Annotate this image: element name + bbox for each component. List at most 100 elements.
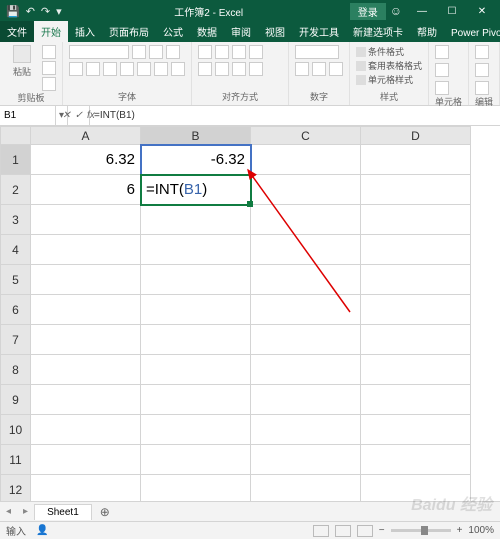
- view-page-layout[interactable]: [335, 525, 351, 537]
- conditional-format[interactable]: 条件格式: [356, 45, 404, 58]
- cell-d1[interactable]: [361, 145, 471, 175]
- view-page-break[interactable]: [357, 525, 373, 537]
- italic-button[interactable]: [86, 62, 100, 76]
- underline-button[interactable]: [103, 62, 117, 76]
- select-all[interactable]: [1, 127, 31, 145]
- cell-b2[interactable]: =INT(B1): [141, 175, 251, 205]
- tab-developer[interactable]: 开发工具: [292, 21, 346, 42]
- tab-view[interactable]: 视图: [258, 21, 292, 42]
- number-format[interactable]: [295, 45, 339, 59]
- row-header-8[interactable]: 8: [1, 355, 31, 385]
- tab-home[interactable]: 开始: [34, 21, 68, 42]
- cell-c1[interactable]: [251, 145, 361, 175]
- cell-a1[interactable]: 6.32: [31, 145, 141, 175]
- undo-icon[interactable]: ↶: [26, 5, 35, 18]
- zoom-in[interactable]: +: [457, 525, 463, 536]
- qat-more-icon[interactable]: ▾: [56, 5, 62, 18]
- cell-styles[interactable]: 单元格样式: [356, 73, 413, 86]
- group-label: 数字: [295, 90, 343, 103]
- bold-button[interactable]: [69, 62, 83, 76]
- tab-new[interactable]: 新建选项卡: [346, 21, 410, 42]
- format-painter-icon[interactable]: [42, 77, 56, 91]
- tab-formulas[interactable]: 公式: [156, 21, 190, 42]
- row-header-11[interactable]: 11: [1, 445, 31, 475]
- row-header-4[interactable]: 4: [1, 235, 31, 265]
- row-header-5[interactable]: 5: [1, 265, 31, 295]
- row-header-10[interactable]: 10: [1, 415, 31, 445]
- tab-data[interactable]: 数据: [190, 21, 224, 42]
- cut-icon[interactable]: [42, 45, 56, 59]
- cell-c2[interactable]: [251, 175, 361, 205]
- group-font: 字体: [63, 42, 192, 105]
- format-table[interactable]: 套用表格格式: [356, 59, 422, 72]
- maximize-button[interactable]: ☐: [438, 2, 466, 20]
- tab-review[interactable]: 审阅: [224, 21, 258, 42]
- zoom-slider[interactable]: [391, 529, 451, 532]
- group-label: 剪贴板: [6, 91, 56, 104]
- cell-a2[interactable]: 6: [31, 175, 141, 205]
- quick-access-toolbar: 💾 ↶ ↷ ▾: [0, 5, 68, 18]
- watermark: Baidu 经验: [411, 491, 492, 515]
- col-header-a[interactable]: A: [31, 127, 141, 145]
- zoom-out[interactable]: −: [379, 525, 385, 536]
- row-header-3[interactable]: 3: [1, 205, 31, 235]
- group-number: 数字: [289, 42, 350, 105]
- login-button[interactable]: 登录: [350, 3, 386, 20]
- row-header-9[interactable]: 9: [1, 385, 31, 415]
- status-mode: 输入: [6, 523, 26, 538]
- face-icon[interactable]: ☺: [390, 4, 402, 18]
- fill-color[interactable]: [154, 62, 168, 76]
- add-sheet-button[interactable]: ⊕: [92, 505, 118, 519]
- col-header-c[interactable]: C: [251, 127, 361, 145]
- copy-icon[interactable]: [42, 61, 56, 75]
- row-header-2[interactable]: 2: [1, 175, 31, 205]
- tab-help[interactable]: 帮助: [410, 21, 444, 42]
- paste-button[interactable]: 粘贴: [6, 45, 38, 78]
- row-header-6[interactable]: 6: [1, 295, 31, 325]
- view-normal[interactable]: [313, 525, 329, 537]
- status-bar: 输入 👤 − + 100%: [0, 521, 500, 539]
- cell-d2[interactable]: [361, 175, 471, 205]
- name-box[interactable]: B1: [0, 106, 56, 125]
- row-header-1[interactable]: 1: [1, 145, 31, 175]
- font-color[interactable]: [171, 62, 185, 76]
- group-editing: 编辑: [469, 42, 500, 105]
- group-clipboard: 粘贴 剪贴板: [0, 42, 63, 105]
- group-label: 单元格: [435, 95, 462, 108]
- minimize-button[interactable]: —: [408, 2, 436, 20]
- sheet-nav-next[interactable]: ▸: [17, 506, 34, 517]
- group-label: 样式: [356, 90, 422, 103]
- col-header-b[interactable]: B: [141, 127, 251, 145]
- tab-powerpivot[interactable]: Power Pivot: [444, 25, 500, 42]
- formula-bar: B1 ▾ ✕✓fx =INT(B1): [0, 106, 500, 126]
- sheet-nav-prev[interactable]: ◂: [0, 506, 17, 517]
- sheet-tab[interactable]: Sheet1: [34, 504, 92, 520]
- group-alignment: 对齐方式: [192, 42, 289, 105]
- font-name[interactable]: [69, 45, 129, 59]
- title-bar: 💾 ↶ ↷ ▾ 工作簿2 - Excel 登录 ☺ — ☐ ✕: [0, 0, 500, 22]
- tab-page-layout[interactable]: 页面布局: [102, 21, 156, 42]
- window-controls: — ☐ ✕: [408, 2, 500, 20]
- cell-b1[interactable]: -6.32: [141, 145, 251, 175]
- close-button[interactable]: ✕: [468, 2, 496, 20]
- ribbon-tabs: 文件 开始 插入 页面布局 公式 数据 审阅 视图 开发工具 新建选项卡 帮助 …: [0, 22, 500, 42]
- accessibility-icon[interactable]: 👤: [36, 525, 48, 536]
- grid: A B C D 1 6.32 -6.32 2 6 =INT(B1) 3 4 5 …: [0, 126, 471, 505]
- font-size[interactable]: [132, 45, 146, 59]
- group-cells: 单元格: [429, 42, 469, 105]
- tab-insert[interactable]: 插入: [68, 21, 102, 42]
- formula-input[interactable]: =INT(B1): [90, 110, 500, 121]
- tab-file[interactable]: 文件: [0, 21, 34, 42]
- worksheet: A B C D 1 6.32 -6.32 2 6 =INT(B1) 3 4 5 …: [0, 126, 500, 505]
- redo-icon[interactable]: ↷: [41, 5, 50, 18]
- paste-icon: [13, 45, 31, 63]
- fx-button[interactable]: ✕✓fx: [68, 106, 90, 125]
- row-header-7[interactable]: 7: [1, 325, 31, 355]
- row-header-12[interactable]: 12: [1, 475, 31, 505]
- group-label: 编辑: [475, 95, 493, 108]
- ribbon: 粘贴 剪贴板 字体 对齐方式 数字 条件格式: [0, 42, 500, 106]
- col-header-d[interactable]: D: [361, 127, 471, 145]
- zoom-level[interactable]: 100%: [468, 525, 494, 536]
- group-label: 对齐方式: [198, 90, 282, 103]
- save-icon[interactable]: 💾: [6, 5, 20, 18]
